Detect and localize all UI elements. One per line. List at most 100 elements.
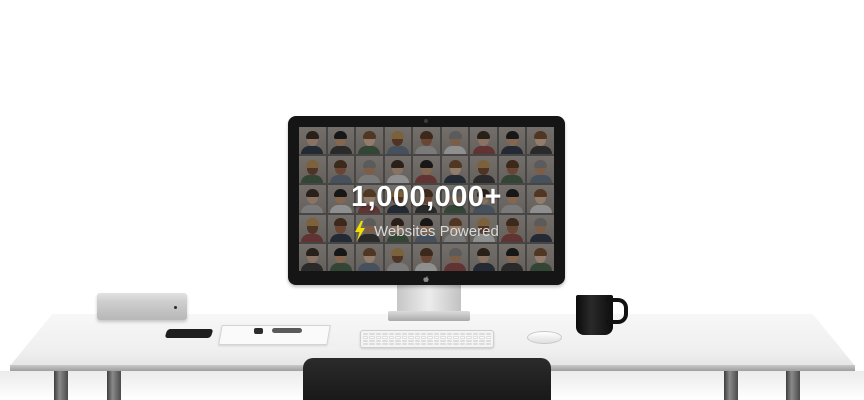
keyboard-key: [375, 342, 382, 345]
keyboard-key: [388, 339, 395, 342]
keyboard-key: [440, 336, 446, 339]
desk-leg: [54, 371, 68, 400]
smartphone: [164, 329, 214, 338]
keyboard-key: [408, 333, 414, 336]
keyboard-key: [408, 339, 414, 342]
keyboard-key: [453, 342, 459, 345]
keyboard-key: [440, 342, 446, 345]
office-chair: [303, 358, 551, 400]
keyboard-key: [369, 333, 375, 336]
desk-leg: [786, 371, 800, 400]
keyboard-key: [375, 336, 382, 339]
keyboard-key: [421, 336, 427, 339]
desk-leg: [107, 371, 121, 400]
keyboard-key: [472, 333, 479, 336]
keyboard: [360, 330, 494, 348]
keyboard-key: [446, 336, 453, 339]
keyboard-key: [421, 333, 427, 336]
keyboard-key: [459, 333, 466, 336]
keyboard-key: [466, 339, 472, 342]
keyboard-key: [408, 342, 414, 345]
keyboard-key: [485, 333, 491, 336]
keyboard-key: [388, 336, 395, 339]
keyboard-key: [427, 333, 433, 336]
keyboard-key: [453, 333, 459, 336]
keyboard-key: [453, 339, 459, 342]
keyboard-key: [427, 336, 433, 339]
keyboard-key: [395, 336, 401, 339]
desk-leg: [724, 371, 738, 400]
keyboard-key: [479, 333, 485, 336]
keyboard-key: [421, 339, 427, 342]
monitor: 1,000,000+ Websites Powered: [288, 116, 565, 285]
keyboard-key: [363, 339, 369, 342]
keyboard-key: [401, 333, 408, 336]
keyboard-key: [459, 336, 466, 339]
keyboard-key: [433, 336, 440, 339]
keyboard-key: [382, 333, 388, 336]
keyboard-key: [472, 339, 479, 342]
camera-icon: [424, 119, 428, 123]
keyboard-key: [375, 339, 382, 342]
pen: [272, 328, 302, 333]
keyboard-key: [472, 342, 479, 345]
keyboard-key: [427, 342, 433, 345]
keyboard-key: [369, 342, 375, 345]
keyboard-key: [446, 333, 453, 336]
keyboard-key: [433, 333, 440, 336]
keyboard-key: [363, 333, 369, 336]
keyboard-key: [479, 336, 485, 339]
keyboard-key: [401, 339, 408, 342]
keyboard-key: [382, 336, 388, 339]
keyboard-key: [453, 336, 459, 339]
keyboard-key: [446, 342, 453, 345]
keyboard-key: [414, 339, 421, 342]
keyboard-key: [395, 339, 401, 342]
keyboard-key: [388, 333, 395, 336]
keyboard-key: [440, 333, 446, 336]
pen-cap: [254, 328, 263, 334]
keyboard-key: [382, 342, 388, 345]
keyboard-key: [401, 336, 408, 339]
mug-handle: [606, 298, 628, 324]
keyboard-key: [375, 333, 382, 336]
keyboard-key: [388, 342, 395, 345]
keyboard-key: [395, 342, 401, 345]
keyboard-key: [433, 342, 440, 345]
keyboard-key: [395, 333, 401, 336]
apple-logo-icon: [423, 276, 429, 282]
monitor-screen: 1,000,000+ Websites Powered: [299, 127, 554, 271]
monitor-stand-neck: [397, 285, 461, 313]
keyboard-key: [485, 336, 491, 339]
mini-server: [97, 293, 187, 320]
keyboard-key: [401, 342, 408, 345]
power-led-icon: [174, 306, 177, 309]
keyboard-key: [440, 339, 446, 342]
websites-caption: Websites Powered: [374, 222, 499, 240]
keyboard-key: [363, 342, 369, 345]
keyboard-key: [472, 336, 479, 339]
mouse: [527, 331, 562, 344]
keyboard-key: [446, 339, 453, 342]
keyboard-key: [466, 336, 472, 339]
keyboard-key: [433, 339, 440, 342]
keyboard-key: [414, 333, 421, 336]
keyboard-key: [369, 336, 375, 339]
keyboard-key: [369, 339, 375, 342]
keyboard-key: [459, 342, 466, 345]
lightning-bolt-icon: [355, 221, 365, 241]
keyboard-key: [421, 342, 427, 345]
desk-scene: 1,000,000+ Websites Powered: [0, 0, 864, 400]
keyboard-key: [408, 336, 414, 339]
keyboard-key: [485, 342, 491, 345]
keyboard-key: [414, 342, 421, 345]
keyboard-key: [414, 336, 421, 339]
keyboard-key: [466, 333, 472, 336]
keyboard-key: [427, 339, 433, 342]
keyboard-key: [466, 342, 472, 345]
keyboard-key: [479, 342, 485, 345]
keyboard-key: [459, 339, 466, 342]
keyboard-key: [485, 339, 491, 342]
keyboard-key: [363, 336, 369, 339]
monitor-stand-base: [388, 311, 470, 321]
